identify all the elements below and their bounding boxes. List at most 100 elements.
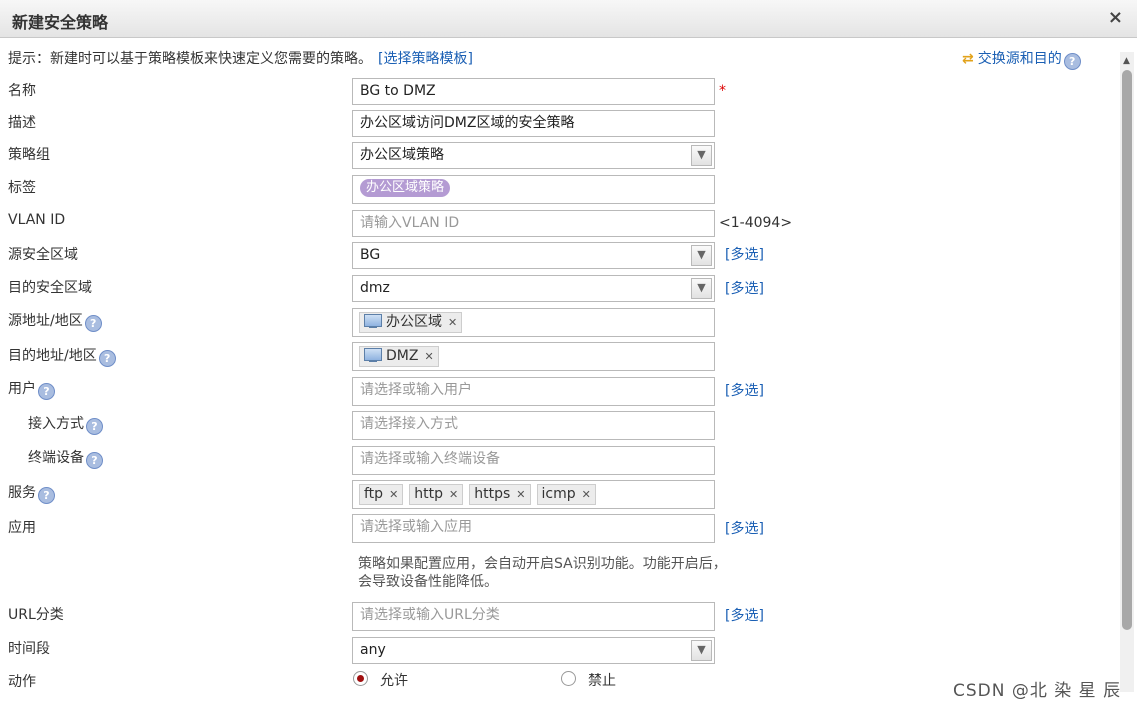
desc-label: 描述 <box>8 115 36 131</box>
action-label: 动作 <box>8 674 36 690</box>
app-multi-link[interactable]: [多选] <box>725 518 764 538</box>
time-value: any <box>360 642 386 658</box>
service-chip: https ✕ <box>469 484 531 505</box>
tag-chip[interactable]: 办公区域策略 <box>360 179 451 197</box>
src-addr-input[interactable]: 办公区域 ✕ <box>352 308 715 337</box>
src-addr-label-text: 源地址/地区 <box>8 313 83 329</box>
remove-icon[interactable]: ✕ <box>448 316 457 329</box>
app-note: 策略如果配置应用，会自动开启SA识别功能。功能开启后，会导致设备性能降低。 <box>358 556 727 590</box>
help-icon[interactable]: ? <box>98 350 116 367</box>
scrollbar-thumb[interactable] <box>1122 70 1132 630</box>
access-label-text: 接入方式 <box>28 416 84 432</box>
dst-zone-label: 目的安全区域 <box>8 280 92 296</box>
help-icon[interactable]: ? <box>86 452 103 469</box>
hint: 提示：新建时可以基于策略模板来快速定义您需要的策略。 [选择策略模板] <box>8 48 473 68</box>
dst-addr-chips: DMZ ✕ <box>359 346 445 367</box>
user-label: 用户? <box>8 378 55 400</box>
url-label: URL分类 <box>8 607 64 623</box>
swap-arrows-icon: ⇄ <box>962 51 974 67</box>
dst-addr-input[interactable]: DMZ ✕ <box>352 342 715 371</box>
src-addr-chip: 办公区域 ✕ <box>359 312 463 333</box>
chip-label: DMZ <box>386 348 419 364</box>
tag-label: 标签 <box>8 180 36 196</box>
user-multi-link[interactable]: [多选] <box>725 380 764 400</box>
remove-icon[interactable]: ✕ <box>582 488 591 501</box>
dst-zone-select[interactable]: dmz ▼ <box>352 275 715 302</box>
terminal-label-text: 终端设备 <box>28 450 84 466</box>
help-icon[interactable]: ? <box>38 383 55 400</box>
monitor-icon <box>364 314 382 328</box>
service-chips: ftp ✕ http ✕ https ✕ icmp ✕ <box>359 484 602 505</box>
time-label: 时间段 <box>8 641 50 657</box>
dst-addr-label: 目的地址/地区? <box>8 345 116 367</box>
vlan-input[interactable]: 请输入VLAN ID <box>352 210 715 237</box>
src-zone-value: BG <box>360 247 381 263</box>
dst-zone-value: dmz <box>360 280 390 296</box>
service-chip: ftp ✕ <box>359 484 404 505</box>
chevron-down-icon[interactable]: ▼ <box>691 145 712 166</box>
chip-label: icmp <box>541 486 576 502</box>
vertical-scrollbar[interactable]: ▲ <box>1120 52 1134 692</box>
chip-label: https <box>474 486 511 502</box>
dialog-titlebar: 新建安全策略 × <box>0 0 1137 38</box>
group-value: 办公区域策略 <box>360 147 444 163</box>
terminal-label: 终端设备? <box>28 447 103 469</box>
swap-src-dst-button[interactable]: ⇄ 交换源和目的? <box>962 48 1081 70</box>
chip-label: http <box>414 486 444 502</box>
desc-input[interactable]: 办公区域访问DMZ区域的安全策略 <box>352 110 715 137</box>
remove-icon[interactable]: ✕ <box>389 488 398 501</box>
time-select[interactable]: any ▼ <box>352 637 715 664</box>
help-icon[interactable]: ? <box>38 487 55 504</box>
src-addr-chips: 办公区域 ✕ <box>359 312 468 333</box>
group-label: 策略组 <box>8 147 50 163</box>
access-label: 接入方式? <box>28 413 103 435</box>
hint-text: 提示：新建时可以基于策略模板来快速定义您需要的策略。 <box>8 51 372 67</box>
group-select[interactable]: 办公区域策略 ▼ <box>352 142 715 169</box>
remove-icon[interactable]: ✕ <box>424 350 433 363</box>
service-chip: icmp ✕ <box>536 484 596 505</box>
url-multi-link[interactable]: [多选] <box>725 605 764 625</box>
chip-label: ftp <box>364 486 384 502</box>
required-mark: * <box>719 83 726 99</box>
watermark: CSDN @北 染 星 辰 <box>953 681 1122 701</box>
service-label: 服务? <box>8 482 55 504</box>
src-zone-label: 源安全区域 <box>8 247 78 263</box>
app-input[interactable]: 请选择或输入应用 <box>352 514 715 543</box>
vlan-range: <1-4094> <box>719 215 793 231</box>
user-input[interactable]: 请选择或输入用户 <box>352 377 715 406</box>
action-deny-label[interactable]: 禁止 <box>588 670 616 690</box>
choose-template-link[interactable]: [选择策略模板] <box>378 51 473 67</box>
app-label: 应用 <box>8 520 36 536</box>
vlan-label: VLAN ID <box>8 212 66 228</box>
action-allow-label[interactable]: 允许 <box>380 670 408 690</box>
name-label: 名称 <box>8 83 36 99</box>
terminal-input[interactable]: 请选择或输入终端设备 <box>352 446 715 475</box>
tag-input[interactable]: 办公区域策略 <box>352 175 715 204</box>
action-deny-radio[interactable] <box>561 671 576 686</box>
help-icon[interactable]: ? <box>1063 53 1081 70</box>
chevron-down-icon[interactable]: ▼ <box>691 245 712 266</box>
remove-icon[interactable]: ✕ <box>516 488 525 501</box>
src-addr-label: 源地址/地区? <box>8 310 102 332</box>
src-zone-multi-link[interactable]: [多选] <box>725 244 764 264</box>
help-icon[interactable]: ? <box>86 418 103 435</box>
help-icon[interactable]: ? <box>84 315 102 332</box>
service-label-text: 服务 <box>8 485 36 501</box>
name-input[interactable]: BG to DMZ <box>352 78 715 105</box>
close-icon[interactable]: × <box>1108 7 1123 28</box>
service-input[interactable]: ftp ✕ http ✕ https ✕ icmp ✕ <box>352 480 715 509</box>
dst-addr-chip: DMZ ✕ <box>359 346 439 367</box>
src-zone-select[interactable]: BG ▼ <box>352 242 715 269</box>
dst-zone-multi-link[interactable]: [多选] <box>725 278 764 298</box>
dialog-title: 新建安全策略 <box>12 13 109 32</box>
url-input[interactable]: 请选择或输入URL分类 <box>352 602 715 631</box>
swap-label: 交换源和目的 <box>977 51 1062 67</box>
action-allow-radio[interactable] <box>353 671 368 686</box>
remove-icon[interactable]: ✕ <box>449 488 458 501</box>
access-input[interactable]: 请选择接入方式 <box>352 411 715 440</box>
chevron-down-icon[interactable]: ▼ <box>691 640 712 661</box>
chip-label: 办公区域 <box>386 314 442 330</box>
scroll-up-icon[interactable]: ▲ <box>1123 56 1130 66</box>
user-label-text: 用户 <box>8 381 36 397</box>
chevron-down-icon[interactable]: ▼ <box>691 278 712 299</box>
